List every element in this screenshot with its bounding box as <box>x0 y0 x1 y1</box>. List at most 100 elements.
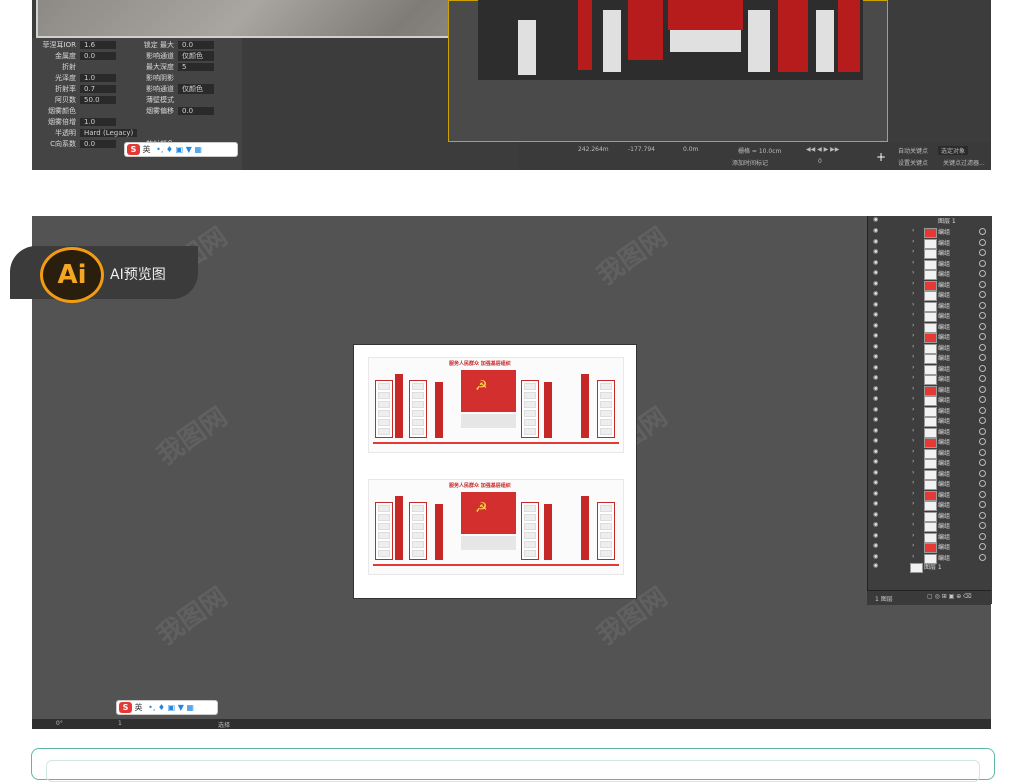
eye-icon[interactable]: ◉ <box>873 500 880 507</box>
expand-arrow-icon[interactable]: › <box>912 259 914 266</box>
eye-icon[interactable]: ◉ <box>873 511 880 518</box>
layer-row[interactable]: ◉ › 编组 <box>868 364 992 375</box>
eye-icon[interactable]: ◉ <box>873 269 880 276</box>
target-icon[interactable] <box>979 270 986 277</box>
ime-tools-icon[interactable]: •, ♦ ▣ ▼ ▦ <box>156 145 202 154</box>
target-icon[interactable] <box>979 343 986 351</box>
expand-arrow-icon[interactable]: › <box>912 437 914 444</box>
target-icon[interactable] <box>979 553 986 561</box>
eye-icon[interactable]: ◉ <box>873 416 880 423</box>
eye-icon[interactable]: ◉ <box>873 311 880 318</box>
add-key-icon[interactable]: + <box>876 150 886 164</box>
expand-arrow-icon[interactable]: › <box>912 227 914 234</box>
expand-arrow-icon[interactable]: › <box>912 553 914 560</box>
layer-row[interactable]: ◉ › 编组 <box>868 511 992 522</box>
target-icon[interactable] <box>979 396 986 403</box>
expand-arrow-icon[interactable]: › <box>912 532 914 539</box>
material-param-row[interactable]: 烟雾颜色 烟雾偏移 0.0 <box>32 106 214 117</box>
artboard[interactable]: 服务人民群众 加强基层组织 ☭ 服务人民群众 加强基层组织 ☭ <box>353 344 637 599</box>
layer-row[interactable]: ◉ › 编组 <box>868 374 992 385</box>
layer-row[interactable]: ◉ › 编组 <box>868 500 992 511</box>
material-param-row[interactable]: 烟雾倍增 1.0 <box>32 117 214 128</box>
layer-row[interactable]: ◉ › 编组 <box>868 322 992 333</box>
expand-arrow-icon[interactable]: › <box>912 479 914 486</box>
add-time-tag-button[interactable]: 添加时间标记 <box>732 158 768 167</box>
target-icon[interactable] <box>979 312 986 319</box>
layer-row[interactable]: ◉ › 编组 <box>868 343 992 354</box>
eye-icon[interactable]: ◉ <box>873 469 880 476</box>
selection-dropdown[interactable]: 选定对象 <box>938 146 969 155</box>
expand-arrow-icon[interactable]: › <box>912 448 914 455</box>
eye-icon[interactable]: ◉ <box>873 448 880 455</box>
target-icon[interactable] <box>979 238 986 246</box>
eye-icon[interactable]: ◉ <box>873 259 880 266</box>
target-icon[interactable] <box>979 406 986 414</box>
ime-toolbar-top[interactable]: S 英 •, ♦ ▣ ▼ ▦ <box>124 142 238 157</box>
eye-icon[interactable]: ◉ <box>873 301 880 308</box>
layer-row[interactable]: ◉ › 编组 <box>868 227 992 238</box>
layer-row[interactable]: ◉ › 编组 <box>868 479 992 490</box>
expand-arrow-icon[interactable]: › <box>912 290 914 297</box>
target-icon[interactable] <box>979 259 986 267</box>
target-icon[interactable] <box>979 417 986 424</box>
layer-row[interactable]: ◉ › 编组 <box>868 521 992 532</box>
layer-row[interactable]: ◉ › 编组 <box>868 542 992 553</box>
eye-icon[interactable]: ◉ <box>873 490 880 497</box>
eye-icon[interactable]: ◉ <box>873 248 880 255</box>
ime-toolbar-bottom[interactable]: S 英 •, ♦ ▣ ▼ ▦ <box>116 700 218 715</box>
target-icon[interactable] <box>979 438 986 445</box>
expand-arrow-icon[interactable]: › <box>912 301 914 308</box>
expand-arrow-icon[interactable]: › <box>912 322 914 329</box>
layer-row[interactable]: ◉ › 编组 <box>868 427 992 438</box>
layer-row[interactable]: ◉ › 编组 <box>868 290 992 301</box>
eye-icon[interactable]: ◉ <box>873 238 880 245</box>
target-icon[interactable] <box>979 522 986 529</box>
expand-arrow-icon[interactable]: › <box>912 343 914 350</box>
key-filter-button[interactable]: 关键点过滤器... <box>943 158 985 167</box>
eye-icon[interactable]: ◉ <box>873 427 880 434</box>
layer-row[interactable]: ◉ › 编组 <box>868 248 992 259</box>
page-field[interactable]: 1 <box>118 720 122 727</box>
layer-row-bottom[interactable]: ◉ 图层 1 <box>868 562 992 573</box>
eye-icon[interactable]: ◉ <box>873 532 880 539</box>
target-icon[interactable] <box>979 501 986 508</box>
layer-row[interactable]: ◉ › 编组 <box>868 311 992 322</box>
layer-row[interactable]: ◉ › 编组 <box>868 395 992 406</box>
target-icon[interactable] <box>979 469 986 477</box>
expand-arrow-icon[interactable]: › <box>912 374 914 381</box>
expand-arrow-icon[interactable]: › <box>912 332 914 339</box>
expand-arrow-icon[interactable]: › <box>912 280 914 287</box>
eye-icon[interactable]: ◉ <box>873 216 880 223</box>
eye-icon[interactable]: ◉ <box>873 343 880 350</box>
coord-x[interactable]: 242.264m <box>578 146 609 153</box>
expand-arrow-icon[interactable]: › <box>912 406 914 413</box>
material-param-row[interactable]: 阿贝数 50.0 薄壁模式 <box>32 95 214 106</box>
layer-row[interactable]: ◉ › 编组 <box>868 406 992 417</box>
eye-icon[interactable]: ◉ <box>873 553 880 560</box>
layer-row[interactable]: ◉ › 编组 <box>868 532 992 543</box>
target-icon[interactable] <box>979 249 986 256</box>
eye-icon[interactable]: ◉ <box>873 353 880 360</box>
target-icon[interactable] <box>979 427 986 435</box>
coord-z[interactable]: 0.0m <box>683 146 698 153</box>
expand-arrow-icon[interactable]: › <box>912 500 914 507</box>
expand-arrow-icon[interactable]: › <box>912 364 914 371</box>
material-param-row[interactable]: 折射率 0.7 影响通道 仅颜色 <box>32 84 214 95</box>
eye-icon[interactable]: ◉ <box>873 395 880 402</box>
expand-arrow-icon[interactable]: › <box>912 269 914 276</box>
target-icon[interactable] <box>979 448 986 456</box>
target-icon[interactable] <box>979 228 986 235</box>
target-icon[interactable] <box>979 511 986 519</box>
material-param-row[interactable]: 折射 最大深度 5 <box>32 62 214 73</box>
expand-arrow-icon[interactable]: › <box>912 458 914 465</box>
layer-row-top[interactable]: ◉ 图层 1 <box>868 216 992 227</box>
material-param-row[interactable]: 金属度 0.0 影响通道 仅颜色 <box>32 51 214 62</box>
layer-row[interactable]: ◉ › 编组 <box>868 353 992 364</box>
eye-icon[interactable]: ◉ <box>873 290 880 297</box>
target-icon[interactable] <box>979 490 986 498</box>
target-icon[interactable] <box>979 532 986 540</box>
layer-row[interactable]: ◉ › 编组 <box>868 238 992 249</box>
layer-row[interactable]: ◉ › 编组 <box>868 437 992 448</box>
layer-row[interactable]: ◉ › 编组 <box>868 259 992 270</box>
layer-row[interactable]: ◉ › 编组 <box>868 385 992 396</box>
